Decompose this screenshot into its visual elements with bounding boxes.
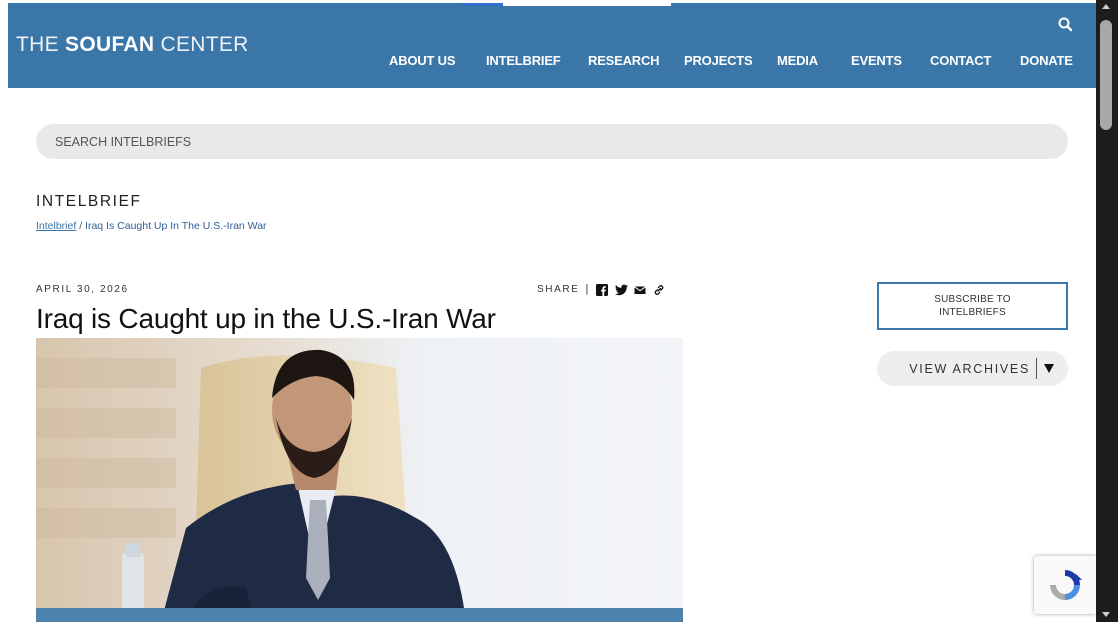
article-title: Iraq is Caught up in the U.S.-Iran War [36,303,496,334]
link-icon[interactable] [653,283,665,295]
facebook-icon[interactable] [596,283,609,296]
breadcrumb-current: Iraq Is Caught Up In The U.S.-Iran War [85,220,267,232]
share-separator: | [585,283,589,295]
nav-events[interactable]: EVENTS [851,53,902,68]
page-scrollbar[interactable] [1096,0,1118,622]
share-label: SHARE [537,283,580,295]
share-bar: SHARE | [537,281,672,297]
scroll-down-icon[interactable] [1102,612,1110,617]
scrollbar-thumb[interactable] [1100,20,1112,130]
article-hero-image [36,338,683,622]
dropdown-divider [1036,358,1037,379]
view-archives-label: VIEW ARCHIVES [909,361,1030,376]
breadcrumb: Intelbrief / Iraq Is Caught Up In The U.… [36,220,267,232]
nav-projects[interactable]: PROJECTS [684,53,753,68]
caret-down-icon [1044,364,1054,373]
recaptcha-icon [1050,570,1082,600]
article-date: APRIL 30, 2026 [36,284,129,295]
nav-donate[interactable]: DONATE [1020,53,1073,68]
subscribe-label: SUBSCRIBE TO INTELBRIEFS [934,294,1011,318]
email-icon[interactable] [634,283,647,295]
search-icon[interactable] [1056,15,1076,35]
recaptcha-badge[interactable] [1034,556,1096,614]
main-nav: ABOUT US INTELBRIEF RESEARCH PROJECTS ME… [8,53,1096,73]
twitter-icon[interactable] [615,283,629,296]
nav-media[interactable]: MEDIA [777,53,818,68]
top-strip-accent [463,3,503,6]
breadcrumb-separator: / [76,220,86,232]
intelbrief-search-input[interactable] [36,124,1068,159]
nav-contact[interactable]: CONTACT [930,53,991,68]
nav-research[interactable]: RESEARCH [588,53,660,68]
nav-intelbrief[interactable]: INTELBRIEF [486,53,561,68]
top-strip [463,3,671,6]
site-header: THE SOUFAN CENTER ABOUT US INTELBRIEF RE… [8,3,1096,88]
section-label: INTELBRIEF [36,193,142,210]
view-archives-dropdown[interactable]: VIEW ARCHIVES [877,351,1068,386]
nav-about-us[interactable]: ABOUT US [389,53,455,68]
subscribe-intelbriefs-button[interactable]: SUBSCRIBE TO INTELBRIEFS [877,282,1068,330]
scroll-up-icon[interactable] [1102,4,1110,9]
breadcrumb-intelbrief-link[interactable]: Intelbrief [36,220,76,232]
browser-viewport: THE SOUFAN CENTER ABOUT US INTELBRIEF RE… [0,0,1118,622]
